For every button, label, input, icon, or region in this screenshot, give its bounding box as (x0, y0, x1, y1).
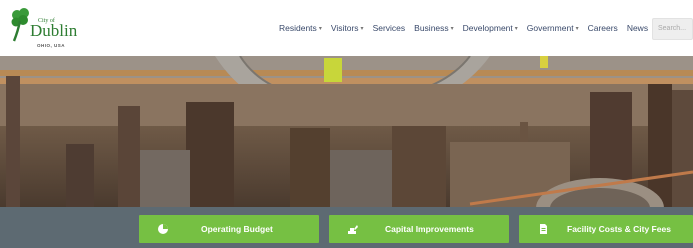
excavator-icon (348, 225, 358, 234)
logo-name: Dublin (30, 21, 78, 40)
nav-visitors-label: Visitors (330, 23, 359, 33)
nav-business-label: Business (414, 23, 449, 33)
operating-budget-button[interactable]: Operating Budget (139, 215, 319, 243)
operating-budget-label: Operating Budget (201, 224, 273, 234)
facility-costs-label: Facility Costs & City Fees (567, 224, 671, 234)
nav-news-label: News (626, 23, 649, 33)
nav-services-label: Services (372, 23, 406, 33)
nav-visitors[interactable]: Visitors ▾ (331, 23, 364, 33)
capital-improvements-button[interactable]: Capital Improvements (329, 215, 509, 243)
logo-sub-text: OHIO, USA (37, 43, 66, 48)
hero-image (0, 56, 693, 208)
search-input[interactable]: Search... (652, 18, 693, 40)
nav-government-label: Government (526, 23, 574, 33)
site-header: City of Dublin OHIO, USA Residents ▾ Vis… (0, 0, 693, 56)
nav-residents-label: Residents (279, 23, 317, 33)
nav-government[interactable]: Government ▾ (527, 23, 579, 33)
construction-photo (0, 56, 693, 208)
nav-development[interactable]: Development ▾ (463, 23, 518, 33)
pie-chart-icon (158, 224, 168, 234)
quick-links-bar: Operating Budget Capital Improvements Fa… (0, 207, 693, 248)
chevron-down-icon: ▾ (514, 25, 518, 32)
chevron-down-icon: ▾ (360, 25, 364, 32)
city-logo[interactable]: City of Dublin OHIO, USA (8, 7, 77, 51)
document-icon (540, 224, 547, 234)
capital-improvements-label: Capital Improvements (385, 224, 474, 234)
chevron-down-icon: ▾ (318, 25, 322, 32)
nav-business[interactable]: Business ▾ (414, 23, 454, 33)
main-nav: Residents ▾ Visitors ▾ Services Business… (279, 23, 657, 33)
nav-services[interactable]: Services (373, 23, 406, 33)
chevron-down-icon: ▾ (575, 25, 579, 32)
chevron-down-icon: ▾ (450, 25, 454, 32)
nav-careers-label: Careers (587, 23, 618, 33)
nav-development-label: Development (462, 23, 513, 33)
nav-news[interactable]: News (627, 23, 648, 33)
facility-costs-button[interactable]: Facility Costs & City Fees (519, 215, 693, 243)
nav-careers[interactable]: Careers (588, 23, 618, 33)
nav-residents[interactable]: Residents ▾ (279, 23, 322, 33)
